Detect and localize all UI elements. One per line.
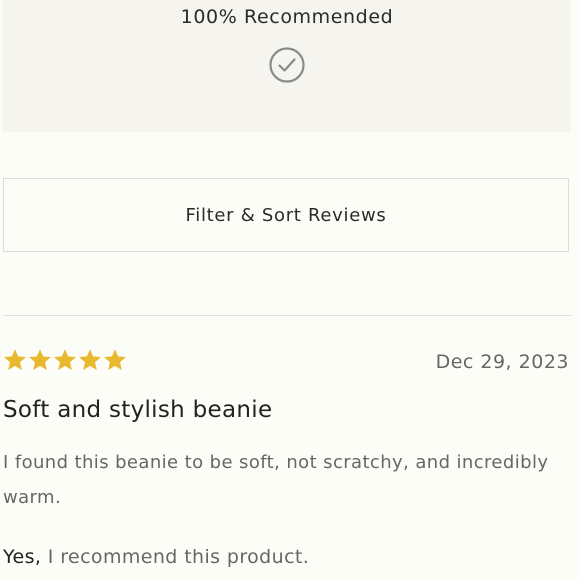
star-icon xyxy=(29,349,51,370)
star-icon xyxy=(79,349,101,370)
star-rating xyxy=(3,348,127,378)
check-circle-icon xyxy=(269,47,305,83)
star-icon xyxy=(4,349,26,370)
divider xyxy=(3,315,571,316)
review-date: Dec 29, 2023 xyxy=(435,351,569,373)
review-body: I found this beanie to be soft, not scra… xyxy=(3,452,549,508)
filter-sort-label: Filter & Sort Reviews xyxy=(185,205,387,226)
recommendation-percent: 100% Recommended xyxy=(180,6,394,28)
recommend-answer: Yes, xyxy=(3,546,42,568)
star-icon xyxy=(104,349,126,370)
star-icon xyxy=(54,349,76,370)
review-title: Soft and stylish beanie xyxy=(3,397,273,423)
recommendation-summary: 100% Recommended xyxy=(3,0,571,132)
recommend-text: I recommend this product. xyxy=(41,546,310,568)
review-recommendation: Yes, I recommend this product. xyxy=(3,546,309,568)
filter-sort-button[interactable]: Filter & Sort Reviews xyxy=(3,178,569,252)
